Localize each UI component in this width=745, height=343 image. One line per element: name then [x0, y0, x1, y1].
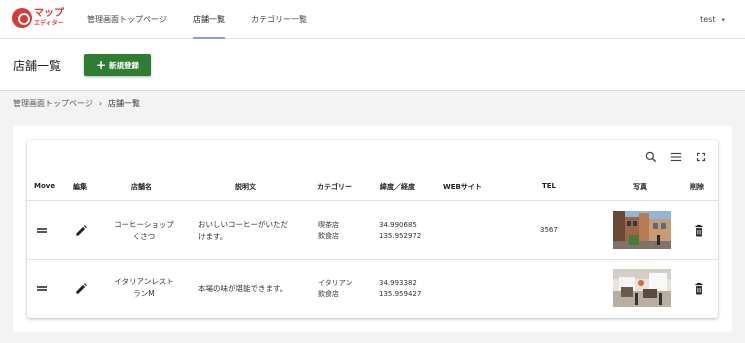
- store-photo[interactable]: [613, 211, 671, 249]
- store-name: イタリアンレスト ランM: [111, 276, 177, 300]
- store-table: Move 編集 店舗名 説明文 カテゴリー 緯度／経度 WEBサイト TEL 写…: [27, 140, 718, 318]
- store-name-line2: くさつ: [132, 232, 156, 241]
- category-tag: 飲食店: [318, 290, 339, 298]
- new-store-button-label: 新規登録: [109, 60, 140, 70]
- logo-text: マップ: [34, 8, 64, 19]
- columns-icon[interactable]: [669, 150, 683, 164]
- store-name: コーヒーショップ くさつ: [111, 219, 177, 243]
- category-tag: 喫茶店: [318, 221, 339, 229]
- app-logo[interactable]: マップ エディター: [12, 8, 64, 32]
- page-header: 店舗一覧 + 新規登録: [0, 39, 745, 91]
- user-menu[interactable]: test ▾: [700, 0, 725, 39]
- column-header-description[interactable]: 説明文: [235, 182, 256, 192]
- column-header-delete[interactable]: 削除: [690, 182, 704, 192]
- nav-store-list[interactable]: 店舗一覧: [193, 0, 225, 39]
- edit-icon[interactable]: [74, 224, 88, 238]
- column-header-edit[interactable]: 編集: [73, 182, 87, 192]
- store-name-line1: コーヒーショップ: [114, 220, 174, 229]
- page-title: 店舗一覧: [13, 59, 62, 73]
- store-description-line2: けます。: [198, 232, 228, 241]
- delete-icon[interactable]: [692, 282, 706, 296]
- top-app-bar: マップ エディター 管理画面トップページ 店舗一覧 カテゴリー一覧 test ▾: [0, 0, 745, 39]
- breadcrumb-separator: ›: [98, 99, 103, 108]
- drag-handle-icon[interactable]: [37, 285, 47, 291]
- user-name: test: [700, 15, 716, 24]
- table-row: イタリアンレスト ランM 本場の味が堪能できます。 イタリアン 飲食店 34.9…: [27, 259, 718, 317]
- logo-subtext: エディター: [34, 20, 64, 27]
- breadcrumb: 管理画面トップページ › 店舗一覧: [13, 98, 140, 109]
- breadcrumb-current: 店舗一覧: [108, 99, 141, 108]
- store-categories: イタリアン 飲食店: [318, 278, 352, 300]
- store-name-line1: イタリアンレスト: [114, 277, 174, 286]
- column-header-photo[interactable]: 写真: [633, 182, 647, 192]
- nav-category-list[interactable]: カテゴリー一覧: [251, 0, 307, 39]
- column-header-move[interactable]: Move: [34, 182, 55, 190]
- store-categories: 喫茶店 飲食店: [318, 220, 339, 242]
- store-photo[interactable]: [613, 269, 671, 307]
- chevron-down-icon: ▾: [721, 16, 725, 24]
- column-header-name[interactable]: 店舗名: [131, 182, 152, 192]
- new-store-button[interactable]: + 新規登録: [84, 54, 151, 76]
- store-description-line1: おいしいコーヒーがいただ: [198, 220, 288, 229]
- plus-icon: +: [95, 58, 107, 72]
- category-tag: イタリアン: [318, 279, 353, 287]
- longitude: 135.959427: [379, 290, 422, 298]
- column-header-latlng[interactable]: 緯度／経度: [380, 182, 415, 192]
- store-latlng: 34.993382 135.959427: [379, 278, 421, 300]
- breadcrumb-root[interactable]: 管理画面トップページ: [13, 99, 93, 108]
- table-row: コーヒーショップ くさつ おいしいコーヒーがいただ けます。 喫茶店 飲食店 3…: [27, 200, 718, 259]
- column-header-tel[interactable]: TEL: [542, 182, 556, 190]
- drag-handle-icon[interactable]: [37, 227, 47, 233]
- store-description-line1: 本場の味が堪能できます。: [198, 284, 288, 293]
- delete-icon[interactable]: [692, 224, 706, 238]
- store-latlng: 34.990685 135.952972: [379, 220, 421, 242]
- store-description: おいしいコーヒーがいただ けます。: [198, 219, 302, 243]
- store-tel: 3567: [540, 226, 558, 234]
- longitude: 135.952972: [379, 232, 422, 240]
- latitude: 34.993382: [379, 279, 417, 287]
- store-name-line2: ランM: [133, 289, 155, 298]
- map-pin-logo-icon: [12, 8, 32, 28]
- fullscreen-icon[interactable]: [694, 150, 708, 164]
- column-header-category[interactable]: カテゴリー: [317, 182, 352, 192]
- category-tag: 飲食店: [318, 232, 339, 240]
- nav-admin-top[interactable]: 管理画面トップページ: [87, 0, 167, 39]
- column-header-website[interactable]: WEBサイト: [443, 182, 482, 192]
- edit-icon[interactable]: [74, 282, 88, 296]
- search-icon[interactable]: [644, 150, 658, 164]
- latitude: 34.990685: [379, 221, 417, 229]
- store-description: 本場の味が堪能できます。: [198, 283, 302, 295]
